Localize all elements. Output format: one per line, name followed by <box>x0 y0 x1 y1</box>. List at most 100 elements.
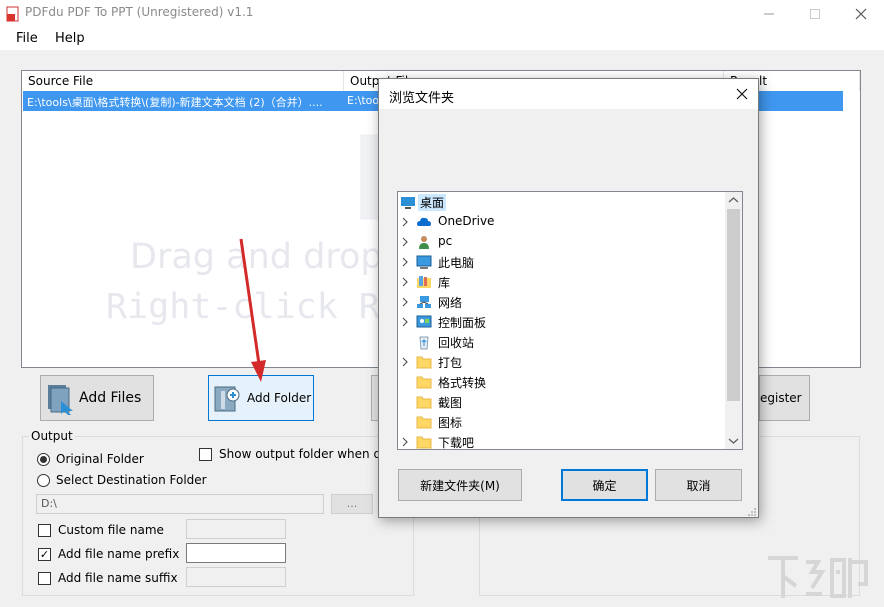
tree-item-label: pc <box>438 234 453 248</box>
library-icon <box>417 276 431 288</box>
chevron-right-icon[interactable] <box>400 296 410 308</box>
checkbox-indicator <box>199 447 212 461</box>
select-destination-radio[interactable]: Select Destination Folder <box>37 473 207 487</box>
tree-item-label: 此电脑 <box>438 256 475 270</box>
chevron-right-icon[interactable] <box>400 236 410 248</box>
cancel-button[interactable]: 取消 <box>655 469 742 501</box>
tree-item[interactable]: 控制面板 <box>398 312 723 332</box>
add-suffix-checkbox[interactable]: Add file name suffix <box>38 571 178 585</box>
add-folder-label: Add Folder <box>247 391 312 405</box>
radio-indicator <box>37 452 50 466</box>
folder-icon <box>416 376 432 389</box>
network-icon <box>417 296 431 308</box>
minimize-button[interactable] <box>746 0 792 28</box>
custom-file-name-label: Custom file name <box>58 523 164 537</box>
original-folder-radio[interactable]: Original Folder <box>37 452 144 466</box>
chevron-right-icon[interactable] <box>400 276 410 288</box>
resize-grip-icon[interactable] <box>747 507 757 517</box>
tree-item-label: 网络 <box>438 296 463 310</box>
add-files-icon <box>48 385 73 415</box>
tree-item-label: 图标 <box>438 416 463 430</box>
checkbox-indicator <box>38 523 51 537</box>
tree-item[interactable]: 回收站 <box>398 332 723 352</box>
app-pdf-icon <box>6 6 19 22</box>
user-icon <box>419 236 429 249</box>
menu-help[interactable]: Help <box>55 31 85 46</box>
folder-icon <box>416 416 432 429</box>
close-icon <box>855 8 867 20</box>
folder-icon <box>416 436 432 449</box>
tree-item[interactable]: OneDrive <box>398 212 723 232</box>
window-title: PDFdu PDF To PPT (Unregistered) v1.1 <box>25 5 254 19</box>
tree-item[interactable]: 格式转换 <box>398 372 723 392</box>
column-source-file[interactable]: Source File <box>22 71 344 91</box>
suffix-input[interactable] <box>186 567 286 587</box>
show-output-folder-checkbox[interactable]: Show output folder when don <box>199 447 396 461</box>
register-button[interactable]: egister <box>759 375 810 421</box>
site-watermark-logo <box>768 556 868 598</box>
new-folder-button[interactable]: 新建文件夹(M) <box>398 469 522 501</box>
cloud-icon <box>417 217 431 226</box>
tree-item[interactable]: 截图 <box>398 392 723 412</box>
show-output-folder-label: Show output folder when don <box>219 447 397 461</box>
menu-bar: File Help <box>0 28 884 50</box>
add-prefix-label: Add file name prefix <box>58 547 180 561</box>
add-folder-icon <box>214 386 240 412</box>
tree-item[interactable]: 下载吧 <box>398 432 723 450</box>
output-path-field[interactable]: D:\ <box>36 494 324 514</box>
scroll-down-icon[interactable] <box>725 433 742 449</box>
dialog-title-bar: 浏览文件夹 <box>379 79 758 109</box>
red-arrow-annotation <box>239 238 266 382</box>
chevron-right-icon[interactable] <box>400 436 410 448</box>
tree-item-label: 控制面板 <box>438 316 487 330</box>
tree-scrollbar[interactable] <box>725 192 742 449</box>
chevron-right-icon[interactable] <box>400 316 410 328</box>
close-icon <box>736 88 748 100</box>
menu-file[interactable]: File <box>16 31 38 46</box>
tree-item-label: 打包 <box>438 356 463 370</box>
tree-item-label: 截图 <box>438 396 463 410</box>
add-files-label: Add Files <box>79 390 142 406</box>
close-button[interactable] <box>838 0 884 28</box>
tree-item-label: 下载吧 <box>438 436 475 450</box>
checkbox-indicator <box>38 571 51 585</box>
computer-icon <box>416 255 432 269</box>
folder-tree[interactable]: 下载吧 图标 截图 格式转换 打包 回收站 控制面板 网络 库 此电脑 pc OneDrive 桌面 <box>397 191 743 450</box>
dialog-close-button[interactable] <box>731 83 753 105</box>
maximize-button[interactable] <box>792 0 838 28</box>
tree-item[interactable]: 网络 <box>398 292 723 312</box>
add-prefix-checkbox[interactable]: ✓ Add file name prefix <box>38 547 179 561</box>
tree-item[interactable]: 桌面 <box>398 192 723 212</box>
tree-item[interactable]: 此电脑 <box>398 252 723 272</box>
tree-item[interactable]: pc <box>398 232 723 252</box>
chevron-right-icon[interactable] <box>400 216 410 228</box>
row-source-file: E:\tools\桌面\格式转换\(复制)-新建文本文档 (2)（合并）.... <box>27 96 323 109</box>
radio-indicator <box>37 473 50 487</box>
tree-item[interactable]: 打包 <box>398 352 723 372</box>
tree-item[interactable]: 图标 <box>398 412 723 432</box>
folder-icon <box>416 396 432 409</box>
browse-folder-dialog: 浏览文件夹 下载吧 图标 截图 格式转换 打包 回收站 控制面板 网络 库 此电脑 pc OneDri… <box>378 78 759 518</box>
title-bar: PDFdu PDF To PPT (Unregistered) v1.1 <box>0 0 884 28</box>
maximize-icon <box>810 9 820 19</box>
chevron-right-icon[interactable] <box>400 356 410 368</box>
recycle-bin-icon <box>419 336 429 350</box>
add-files-button[interactable]: Add Files <box>40 375 154 421</box>
ok-button[interactable]: 确定 <box>561 469 648 501</box>
custom-file-name-input[interactable] <box>186 519 286 539</box>
register-label: egister <box>760 391 802 405</box>
browse-button[interactable]: ... <box>331 494 373 514</box>
control-panel-icon <box>416 315 432 328</box>
custom-file-name-checkbox[interactable]: Custom file name <box>38 523 164 537</box>
prefix-input[interactable] <box>186 543 286 563</box>
checkbox-check-icon: ✓ <box>38 547 51 561</box>
add-suffix-label: Add file name suffix <box>58 571 178 585</box>
folder-icon <box>416 356 432 369</box>
chevron-right-icon[interactable] <box>400 256 410 268</box>
scroll-up-icon[interactable] <box>725 192 742 208</box>
scroll-thumb[interactable] <box>727 209 740 401</box>
tree-item[interactable]: 库 <box>398 272 723 292</box>
tree-item-label: OneDrive <box>438 214 495 228</box>
tree-item-label: 桌面 <box>418 194 447 211</box>
original-folder-label: Original Folder <box>56 452 144 466</box>
